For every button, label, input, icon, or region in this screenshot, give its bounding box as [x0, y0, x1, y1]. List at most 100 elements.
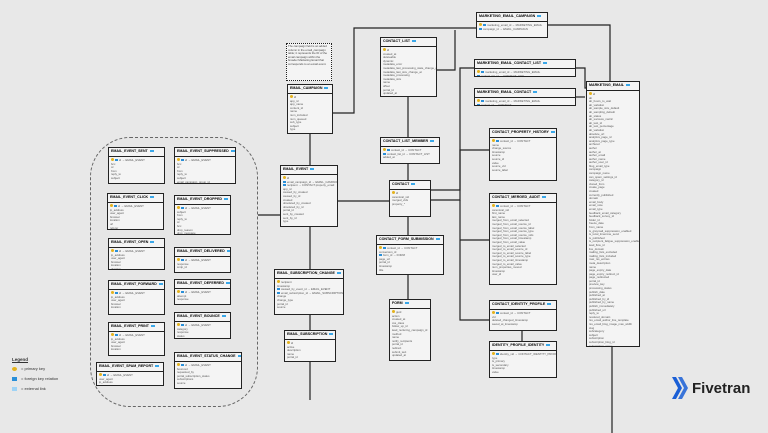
- arrow-icon: [181, 159, 184, 161]
- external-link-icon[interactable]: [546, 344, 551, 347]
- external-link-icon[interactable]: [411, 183, 416, 186]
- table-name: EMAIL_EVENT_DELIVERED: [177, 249, 225, 253]
- table-name: EMAIL_EVENT_DROPPED: [177, 197, 222, 201]
- table-field: drop_message: [177, 231, 228, 235]
- external-link-icon[interactable]: [324, 87, 329, 90]
- field-name: type: [283, 219, 289, 224]
- external-link-icon[interactable]: [550, 131, 555, 134]
- table-field: saved_at_timestamp: [492, 322, 554, 327]
- table-field: location: [111, 348, 162, 352]
- field-name: email_subscription_id → EMAIL_SUBSCRIPTI…: [281, 290, 344, 295]
- table-title: EMAIL_SUBSCRIPTION: [285, 331, 335, 340]
- table-email-event-dropped: EMAIL_EVENT_DROPPED id → EMAIL_EVENT subje…: [174, 195, 231, 235]
- table-field: identity_vid → CONTACT_IDENTITY_PROFILE: [492, 352, 556, 357]
- table-email-event-open: EMAIL_EVENT_OPEN id → EMAIL_EVENT ip_addre…: [108, 238, 165, 270]
- external-link-icon[interactable]: [237, 355, 241, 358]
- table-title: EMAIL_EVENT_OPEN: [109, 239, 164, 248]
- external-link-icon[interactable]: [158, 283, 163, 286]
- key-icon: [12, 366, 17, 371]
- table-field: subscription_name: [589, 344, 637, 346]
- legend-foreign-key: = foreign key relation: [21, 376, 59, 381]
- external-link-icon[interactable]: [150, 196, 155, 199]
- external-link-icon[interactable]: [310, 168, 315, 171]
- key-icon: [589, 92, 592, 95]
- field-name: response: [177, 297, 189, 302]
- arrow-icon: [496, 312, 499, 314]
- table-email-event-suppressed: EMAIL_EVENT_SUPPRESSED id → EMAIL_EVENT bc…: [174, 147, 236, 184]
- external-link-icon[interactable]: [336, 272, 341, 275]
- field-name: source: [277, 305, 286, 310]
- table-name: EMAIL_EVENT_BOUNCE: [177, 314, 220, 318]
- external-link-icon[interactable]: [329, 333, 334, 336]
- table-title: MARKETING_EMAIL_CONTACT: [475, 89, 575, 98]
- table-name: CONTACT_LIST_MEMBER: [383, 139, 429, 143]
- key-icon: [479, 23, 482, 26]
- external-link-icon[interactable]: [547, 303, 552, 306]
- external-link-icon[interactable]: [412, 40, 417, 43]
- table-email-event-status-change: EMAIL_EVENT_STATUS_CHANGE id → EMAIL_EVEN…: [174, 352, 242, 389]
- arrow-icon: [283, 180, 286, 183]
- external-link-icon[interactable]: [150, 241, 155, 244]
- table-name: EMAIL_EVENT_SENT: [111, 149, 148, 153]
- legend-primary-key: = primary key: [21, 366, 46, 371]
- arrow-icon: [479, 27, 482, 30]
- external-link-icon[interactable]: [150, 325, 155, 328]
- external-link-icon[interactable]: [221, 315, 226, 318]
- table-field: title: [379, 268, 441, 273]
- external-link-icon[interactable]: [404, 302, 409, 305]
- external-link-icon[interactable]: [430, 140, 435, 143]
- external-link-icon[interactable]: [533, 91, 538, 94]
- table-name: MARKETING_EMAIL_CONTACT: [477, 90, 532, 94]
- external-link-icon: [12, 386, 17, 391]
- table-field: ip_address: [99, 380, 161, 385]
- table-title: EMAIL_EVENT_SPAM_REPORT: [97, 363, 163, 372]
- key-icon: [111, 249, 114, 252]
- external-link-icon[interactable]: [543, 62, 548, 65]
- external-link-icon[interactable]: [537, 15, 542, 18]
- table-name: EMAIL_EVENT_SUPPRESSED: [177, 149, 229, 153]
- table-email-campaign: EMAIL_CAMPAIGN id app_id app_name content_id…: [287, 84, 333, 134]
- legend: Legend = primary key = foreign key relat…: [12, 357, 58, 396]
- field-name: id → EMAIL_EVENT: [185, 206, 211, 210]
- external-link-icon[interactable]: [149, 150, 154, 153]
- external-link-icon[interactable]: [155, 365, 160, 368]
- field-name: contact_list_id → CONTACT_LIST: [481, 73, 524, 77]
- field-name: user_id: [492, 272, 502, 277]
- external-link-icon[interactable]: [226, 250, 230, 253]
- table-contact-form-submission: CONTACT_FORM_SUBMISSION contact_id → CONT…: [376, 235, 444, 275]
- table-contact-list: CONTACT_LIST id created_at deleteable dynami…: [380, 37, 437, 97]
- table-title: CONTACT_LIST_MEMBER: [381, 138, 439, 147]
- table-name: MARKETING_EMAIL_CAMPAIGN: [479, 14, 536, 18]
- field-name: type: [290, 127, 296, 132]
- table-field: source: [277, 305, 341, 310]
- field-name: drop_message: [177, 231, 196, 235]
- table-field: subject: [111, 176, 162, 181]
- field-name: ip_address: [99, 380, 113, 385]
- external-link-icon[interactable]: [542, 196, 547, 199]
- external-link-icon[interactable]: [435, 238, 440, 241]
- field-name: added_at: [383, 155, 395, 160]
- external-link-icon[interactable]: [223, 198, 228, 201]
- field-name: property_*: [392, 201, 405, 206]
- field-name: id → EMAIL_EVENT: [185, 323, 211, 327]
- key-icon: [383, 48, 386, 51]
- external-link-icon[interactable]: [225, 282, 230, 285]
- table-field: status: [177, 334, 228, 338]
- table-title: CONTACT: [390, 181, 430, 190]
- table-marketing-email-campaign: MARKETING_EMAIL_CAMPAIGN marketing_email_…: [476, 12, 548, 38]
- key-icon: [290, 95, 293, 98]
- table-title: CONTACT_MERGED_AUDIT: [490, 194, 556, 203]
- table-email-event-spam-report: EMAIL_EVENT_SPAM_REPORT id → EMAIL_EVENT u…: [96, 362, 164, 386]
- external-link-icon[interactable]: [625, 84, 630, 87]
- table-name: EMAIL_EVENT_OPEN: [111, 240, 149, 244]
- field-name: id → EMAIL_EVENT: [119, 158, 145, 162]
- table-email-event: EMAIL_EVENT id email_campaign_id → EMAIL_C…: [280, 165, 338, 227]
- table-field: updated_at: [392, 353, 428, 358]
- external-link-icon[interactable]: [230, 150, 235, 153]
- table-contact-identity-profile: CONTACT_IDENTITY_PROFILE contact_id → CON…: [489, 300, 557, 331]
- table-title: CONTACT_FORM_SUBMISSION: [377, 236, 443, 245]
- table-name: EMAIL_EVENT_PRINT: [111, 324, 149, 328]
- key-icon: [477, 70, 480, 73]
- key-icon: [177, 206, 180, 209]
- logo-text: Fivetran: [692, 379, 751, 397]
